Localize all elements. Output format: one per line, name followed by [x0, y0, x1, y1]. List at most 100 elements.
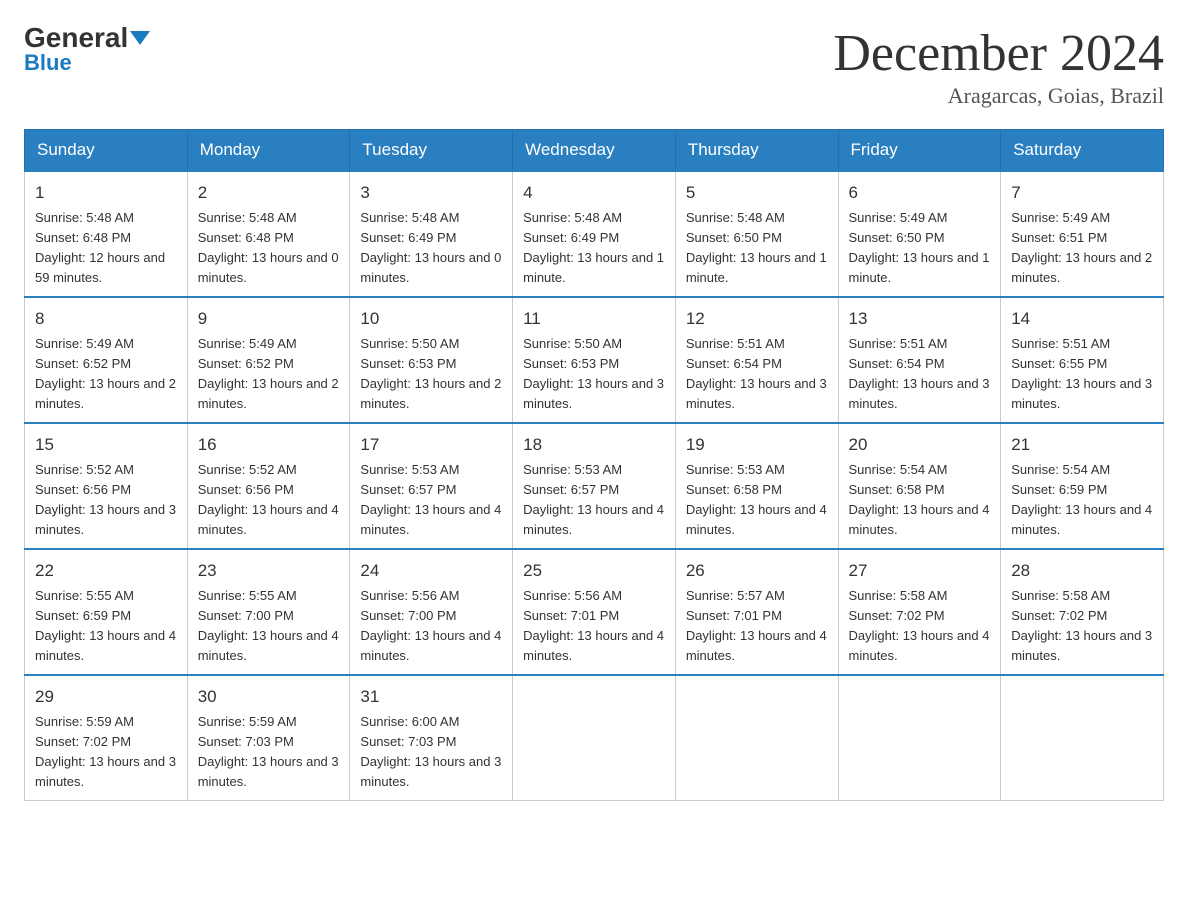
- day-number: 29: [35, 684, 177, 710]
- day-number: 5: [686, 180, 828, 206]
- day-number: 11: [523, 306, 665, 332]
- day-number: 13: [849, 306, 991, 332]
- day-number: 12: [686, 306, 828, 332]
- calendar-day-cell: 11Sunrise: 5:50 AMSunset: 6:53 PMDayligh…: [513, 297, 676, 423]
- day-number: 28: [1011, 558, 1153, 584]
- day-number: 3: [360, 180, 502, 206]
- day-info: Sunrise: 5:51 AMSunset: 6:54 PMDaylight:…: [686, 334, 828, 415]
- calendar-day-cell: 9Sunrise: 5:49 AMSunset: 6:52 PMDaylight…: [187, 297, 350, 423]
- day-number: 25: [523, 558, 665, 584]
- day-info: Sunrise: 5:59 AMSunset: 7:03 PMDaylight:…: [198, 712, 340, 793]
- day-info: Sunrise: 5:48 AMSunset: 6:49 PMDaylight:…: [523, 208, 665, 289]
- calendar-empty-cell: [675, 675, 838, 801]
- day-header-wednesday: Wednesday: [513, 130, 676, 172]
- calendar-day-cell: 7Sunrise: 5:49 AMSunset: 6:51 PMDaylight…: [1001, 171, 1164, 297]
- calendar-header-row: SundayMondayTuesdayWednesdayThursdayFrid…: [25, 130, 1164, 172]
- day-info: Sunrise: 5:59 AMSunset: 7:02 PMDaylight:…: [35, 712, 177, 793]
- calendar-day-cell: 14Sunrise: 5:51 AMSunset: 6:55 PMDayligh…: [1001, 297, 1164, 423]
- title-section: December 2024 Aragarcas, Goias, Brazil: [833, 24, 1164, 109]
- day-info: Sunrise: 5:57 AMSunset: 7:01 PMDaylight:…: [686, 586, 828, 667]
- day-info: Sunrise: 5:51 AMSunset: 6:55 PMDaylight:…: [1011, 334, 1153, 415]
- day-info: Sunrise: 5:56 AMSunset: 7:01 PMDaylight:…: [523, 586, 665, 667]
- day-info: Sunrise: 5:53 AMSunset: 6:58 PMDaylight:…: [686, 460, 828, 541]
- calendar-day-cell: 21Sunrise: 5:54 AMSunset: 6:59 PMDayligh…: [1001, 423, 1164, 549]
- day-number: 2: [198, 180, 340, 206]
- day-info: Sunrise: 5:50 AMSunset: 6:53 PMDaylight:…: [523, 334, 665, 415]
- day-number: 17: [360, 432, 502, 458]
- calendar-day-cell: 15Sunrise: 5:52 AMSunset: 6:56 PMDayligh…: [25, 423, 188, 549]
- calendar-day-cell: 28Sunrise: 5:58 AMSunset: 7:02 PMDayligh…: [1001, 549, 1164, 675]
- calendar-week-row: 1Sunrise: 5:48 AMSunset: 6:48 PMDaylight…: [25, 171, 1164, 297]
- calendar-day-cell: 30Sunrise: 5:59 AMSunset: 7:03 PMDayligh…: [187, 675, 350, 801]
- calendar-day-cell: 1Sunrise: 5:48 AMSunset: 6:48 PMDaylight…: [25, 171, 188, 297]
- location-title: Aragarcas, Goias, Brazil: [833, 83, 1164, 109]
- day-info: Sunrise: 5:49 AMSunset: 6:51 PMDaylight:…: [1011, 208, 1153, 289]
- day-header-saturday: Saturday: [1001, 130, 1164, 172]
- day-info: Sunrise: 5:48 AMSunset: 6:48 PMDaylight:…: [35, 208, 177, 289]
- day-number: 24: [360, 558, 502, 584]
- day-number: 31: [360, 684, 502, 710]
- day-info: Sunrise: 5:49 AMSunset: 6:52 PMDaylight:…: [198, 334, 340, 415]
- logo: General Blue: [24, 24, 150, 76]
- calendar-day-cell: 27Sunrise: 5:58 AMSunset: 7:02 PMDayligh…: [838, 549, 1001, 675]
- day-number: 18: [523, 432, 665, 458]
- calendar-day-cell: 8Sunrise: 5:49 AMSunset: 6:52 PMDaylight…: [25, 297, 188, 423]
- day-info: Sunrise: 5:48 AMSunset: 6:48 PMDaylight:…: [198, 208, 340, 289]
- day-info: Sunrise: 5:55 AMSunset: 7:00 PMDaylight:…: [198, 586, 340, 667]
- month-title: December 2024: [833, 24, 1164, 83]
- calendar-week-row: 22Sunrise: 5:55 AMSunset: 6:59 PMDayligh…: [25, 549, 1164, 675]
- day-info: Sunrise: 5:52 AMSunset: 6:56 PMDaylight:…: [35, 460, 177, 541]
- day-number: 4: [523, 180, 665, 206]
- calendar-week-row: 15Sunrise: 5:52 AMSunset: 6:56 PMDayligh…: [25, 423, 1164, 549]
- day-header-thursday: Thursday: [675, 130, 838, 172]
- day-number: 21: [1011, 432, 1153, 458]
- calendar-empty-cell: [513, 675, 676, 801]
- day-info: Sunrise: 5:48 AMSunset: 6:50 PMDaylight:…: [686, 208, 828, 289]
- day-number: 30: [198, 684, 340, 710]
- day-info: Sunrise: 5:50 AMSunset: 6:53 PMDaylight:…: [360, 334, 502, 415]
- calendar-day-cell: 17Sunrise: 5:53 AMSunset: 6:57 PMDayligh…: [350, 423, 513, 549]
- day-info: Sunrise: 5:48 AMSunset: 6:49 PMDaylight:…: [360, 208, 502, 289]
- day-info: Sunrise: 5:49 AMSunset: 6:50 PMDaylight:…: [849, 208, 991, 289]
- logo-triangle-icon: [130, 31, 150, 45]
- calendar-day-cell: 31Sunrise: 6:00 AMSunset: 7:03 PMDayligh…: [350, 675, 513, 801]
- calendar-week-row: 29Sunrise: 5:59 AMSunset: 7:02 PMDayligh…: [25, 675, 1164, 801]
- logo-text: General: [24, 24, 150, 52]
- day-number: 27: [849, 558, 991, 584]
- calendar-day-cell: 26Sunrise: 5:57 AMSunset: 7:01 PMDayligh…: [675, 549, 838, 675]
- calendar-day-cell: 22Sunrise: 5:55 AMSunset: 6:59 PMDayligh…: [25, 549, 188, 675]
- calendar-day-cell: 10Sunrise: 5:50 AMSunset: 6:53 PMDayligh…: [350, 297, 513, 423]
- calendar-day-cell: 2Sunrise: 5:48 AMSunset: 6:48 PMDaylight…: [187, 171, 350, 297]
- day-info: Sunrise: 5:54 AMSunset: 6:59 PMDaylight:…: [1011, 460, 1153, 541]
- calendar-day-cell: 29Sunrise: 5:59 AMSunset: 7:02 PMDayligh…: [25, 675, 188, 801]
- day-header-sunday: Sunday: [25, 130, 188, 172]
- day-number: 20: [849, 432, 991, 458]
- calendar-day-cell: 25Sunrise: 5:56 AMSunset: 7:01 PMDayligh…: [513, 549, 676, 675]
- day-info: Sunrise: 5:51 AMSunset: 6:54 PMDaylight:…: [849, 334, 991, 415]
- day-info: Sunrise: 5:58 AMSunset: 7:02 PMDaylight:…: [849, 586, 991, 667]
- day-number: 19: [686, 432, 828, 458]
- page-header: General Blue December 2024 Aragarcas, Go…: [24, 24, 1164, 109]
- day-number: 9: [198, 306, 340, 332]
- calendar-empty-cell: [1001, 675, 1164, 801]
- day-number: 8: [35, 306, 177, 332]
- day-number: 10: [360, 306, 502, 332]
- day-info: Sunrise: 5:58 AMSunset: 7:02 PMDaylight:…: [1011, 586, 1153, 667]
- day-number: 15: [35, 432, 177, 458]
- calendar-day-cell: 23Sunrise: 5:55 AMSunset: 7:00 PMDayligh…: [187, 549, 350, 675]
- day-info: Sunrise: 5:54 AMSunset: 6:58 PMDaylight:…: [849, 460, 991, 541]
- calendar-day-cell: 18Sunrise: 5:53 AMSunset: 6:57 PMDayligh…: [513, 423, 676, 549]
- calendar-day-cell: 13Sunrise: 5:51 AMSunset: 6:54 PMDayligh…: [838, 297, 1001, 423]
- day-number: 16: [198, 432, 340, 458]
- day-header-monday: Monday: [187, 130, 350, 172]
- day-info: Sunrise: 5:53 AMSunset: 6:57 PMDaylight:…: [360, 460, 502, 541]
- day-header-friday: Friday: [838, 130, 1001, 172]
- day-number: 1: [35, 180, 177, 206]
- day-header-tuesday: Tuesday: [350, 130, 513, 172]
- calendar-table: SundayMondayTuesdayWednesdayThursdayFrid…: [24, 129, 1164, 801]
- day-info: Sunrise: 5:55 AMSunset: 6:59 PMDaylight:…: [35, 586, 177, 667]
- calendar-week-row: 8 Sunrise: 5:49 AMSunset: 6:52 PMDaylight…: [25, 297, 1164, 423]
- day-info: Sunrise: 5:56 AMSunset: 7:00 PMDaylight:…: [360, 586, 502, 667]
- calendar-day-cell: 16Sunrise: 5:52 AMSunset: 6:56 PMDayligh…: [187, 423, 350, 549]
- calendar-day-cell: 24Sunrise: 5:56 AMSunset: 7:00 PMDayligh…: [350, 549, 513, 675]
